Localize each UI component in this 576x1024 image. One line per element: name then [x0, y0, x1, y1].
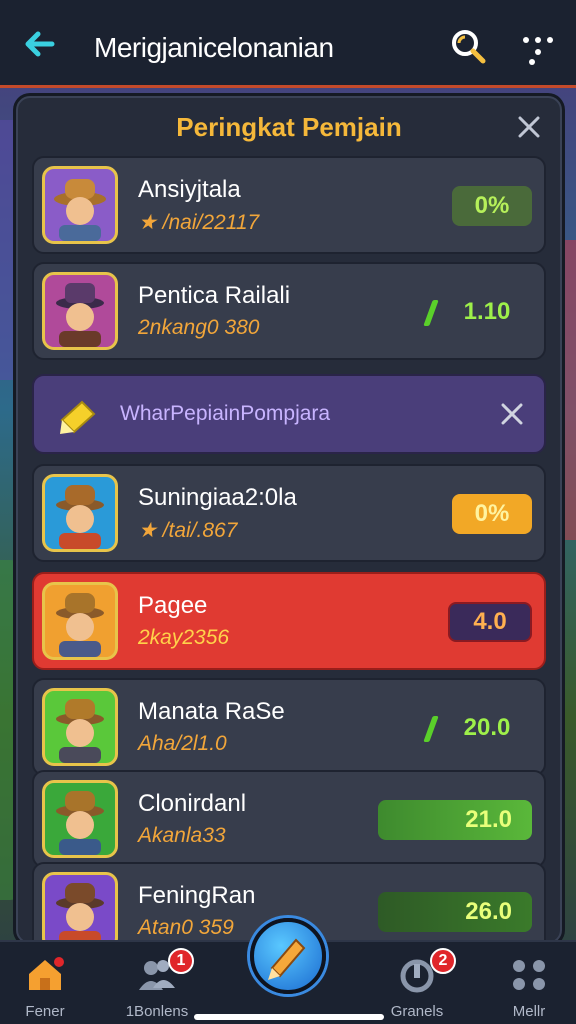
nav-label: Granels: [390, 1003, 444, 1020]
player-name: Manata RaSe: [138, 698, 285, 725]
player-row[interactable]: Clonirdanl Akanla33 21.0: [32, 770, 546, 868]
player-name: Pagee: [138, 592, 208, 619]
nav-guilds[interactable]: 2 Granels: [372, 948, 462, 1020]
player-row[interactable]: Pentica Railali 2nkang0 380 1.10: [32, 262, 546, 360]
pencil-icon: [268, 938, 306, 980]
nav-friends[interactable]: 1 1Bonlens: [112, 948, 202, 1020]
nav-more[interactable]: Mellr: [484, 954, 574, 1020]
player-name: Pentica Railali: [138, 282, 291, 309]
player-subtitle: 2kay2356: [138, 626, 230, 649]
player-name: Clonirdanl: [138, 790, 247, 817]
grid-icon: [513, 960, 545, 990]
home-indicator: [194, 1014, 384, 1020]
player-score: 4.0: [448, 602, 532, 642]
player-name: FeningRan: [138, 882, 256, 909]
player-avatar: [42, 688, 118, 766]
more-dots-icon[interactable]: [518, 30, 558, 70]
pencil-tag-icon: [60, 400, 96, 434]
nav-label: Mellr: [512, 1003, 546, 1020]
player-row[interactable]: Manata RaSe Aha/2l1.0 20.0: [32, 678, 546, 776]
player-name: Ansiyjtala: [138, 176, 241, 203]
player-avatar: [42, 166, 118, 244]
trend-mark-icon: [423, 716, 439, 742]
player-subtitle: Aha/2l1.0: [138, 732, 227, 755]
search-icon[interactable]: [448, 26, 488, 66]
banner-text: WharPepiainPompjara: [120, 402, 331, 425]
leaderboard-panel: Peringkat Pemjain Ansiyjtala ★ /nai/2211…: [16, 96, 562, 944]
player-name: Suningiaa2:0la: [138, 484, 297, 511]
player-row[interactable]: Suningiaa2:0la ★ /tai/.867 0%: [32, 464, 546, 562]
nav-label: 1Bonlens: [125, 1003, 189, 1020]
page-title: Merigjanicelonanian: [94, 32, 334, 63]
player-score: 1.10: [463, 298, 511, 325]
player-subtitle: ★ /nai/22117: [138, 211, 260, 234]
player-avatar: [42, 872, 118, 942]
player-score: 0%: [452, 494, 532, 534]
nav-home[interactable]: Fener: [0, 954, 90, 1020]
player-row[interactable]: Ansiyjtala ★ /nai/22117 0%: [32, 156, 546, 254]
player-avatar: [42, 474, 118, 552]
top-app-bar: Merigjanicelonanian: [0, 0, 576, 88]
panel-title: Peringkat Pemjain: [176, 112, 402, 142]
notification-badge: 1: [168, 948, 194, 974]
player-subtitle: Atan0 359: [138, 916, 234, 939]
player-row-highlighted[interactable]: Pagee 2kay2356 4.0: [32, 572, 546, 670]
player-avatar: [42, 780, 118, 858]
player-avatar: [42, 272, 118, 350]
edit-fab-button[interactable]: [250, 918, 326, 994]
close-icon[interactable]: [498, 400, 526, 428]
trend-mark-icon: [423, 300, 439, 326]
player-subtitle: ★ /tai/.867: [138, 519, 238, 542]
player-score: 20.0: [463, 714, 511, 741]
back-arrow-icon[interactable]: [20, 24, 60, 64]
player-score: 0%: [452, 186, 532, 226]
player-avatar: [42, 582, 118, 660]
player-score: 21.0: [378, 800, 532, 840]
home-icon: [29, 957, 64, 990]
player-score: 26.0: [378, 892, 532, 932]
promo-banner[interactable]: WharPepiainPompjara: [32, 374, 546, 454]
close-icon[interactable]: [514, 112, 544, 142]
player-subtitle: 2nkang0 380: [138, 316, 260, 339]
nav-label: Fener: [25, 1003, 65, 1020]
notification-badge: 2: [430, 948, 456, 974]
player-subtitle: Akanla33: [138, 824, 226, 847]
